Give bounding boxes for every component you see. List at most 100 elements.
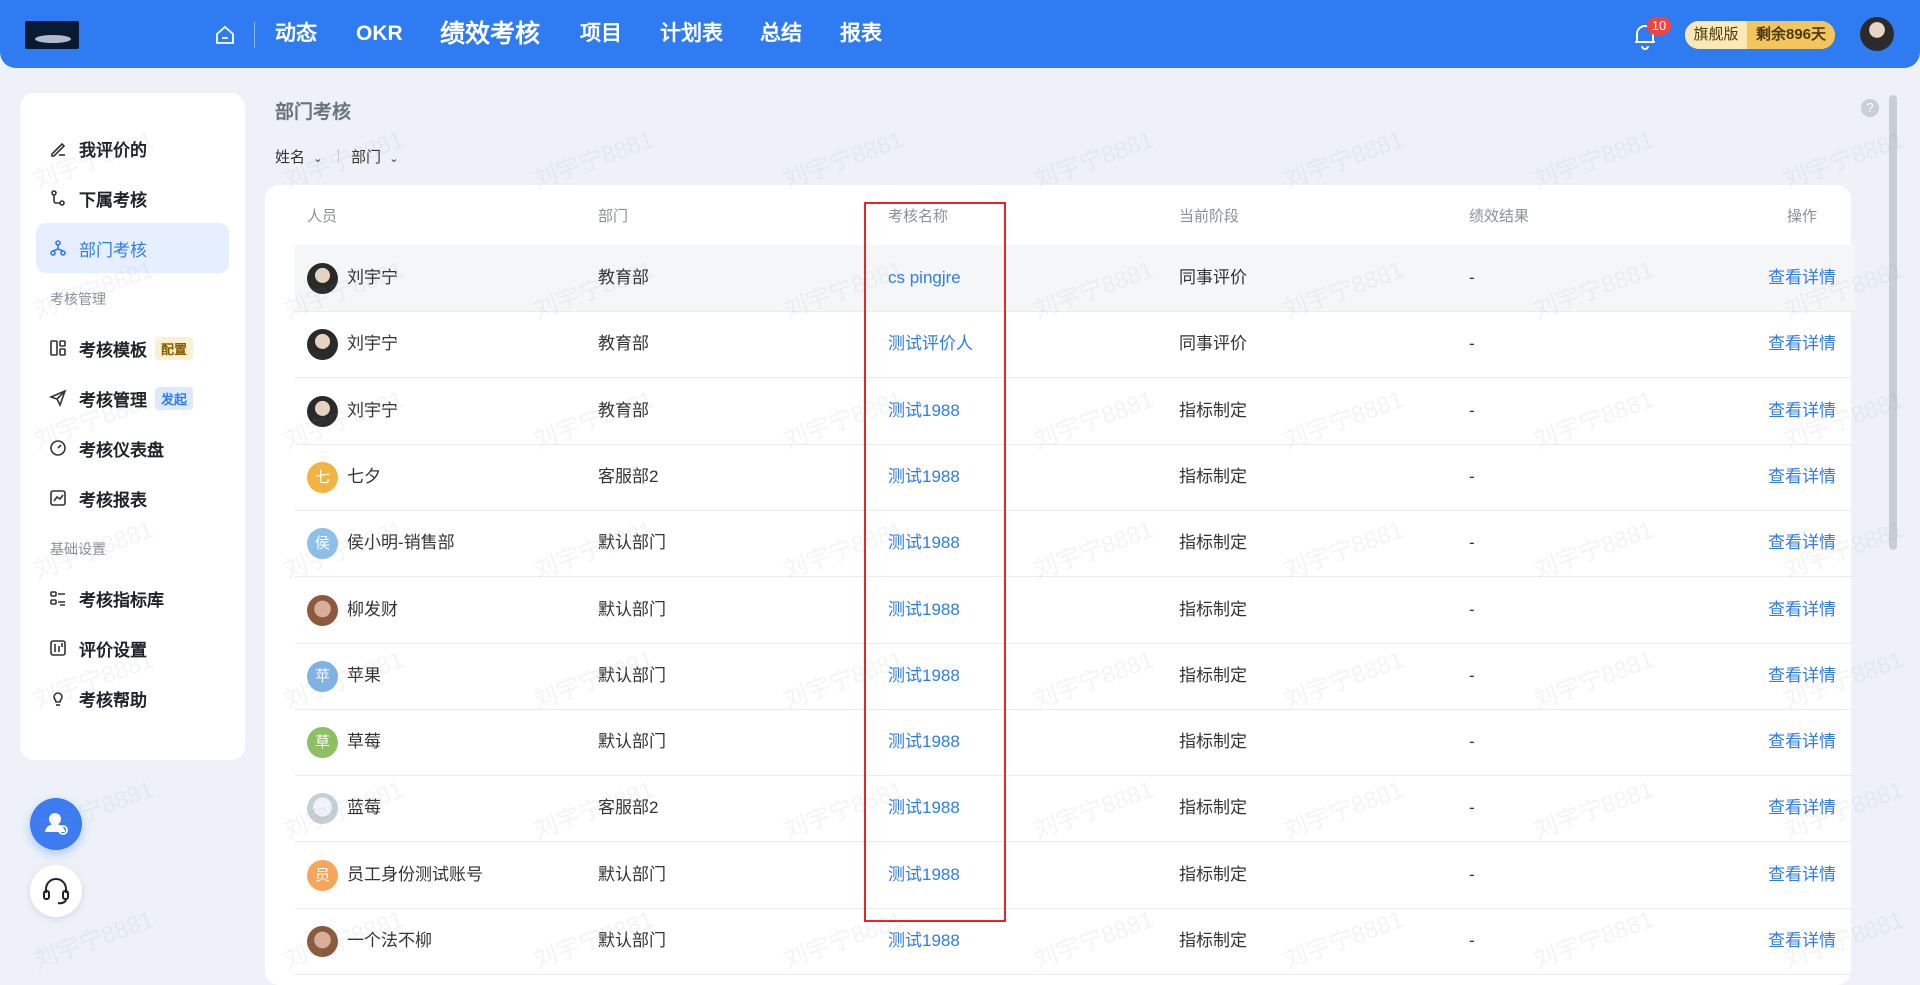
sidebar-item[interactable]: 我评价的: [36, 123, 229, 173]
filter-name-label: 姓名: [275, 149, 306, 166]
sidebar-item[interactable]: 考核帮助: [36, 673, 229, 723]
sidebar-item[interactable]: 考核管理 发起: [36, 373, 229, 423]
sidebar-item[interactable]: 部门考核: [36, 223, 229, 273]
cell-review-name[interactable]: 测试评价人: [888, 311, 973, 377]
view-details-link[interactable]: 查看详情: [1768, 311, 1836, 377]
cell-result: -: [1469, 931, 1475, 950]
nav-item[interactable]: 报表: [840, 0, 882, 68]
table-row: 员员工身份测试账号 默认部门 测试1988 指标制定 - 查看详情: [295, 842, 1855, 909]
view-details-link[interactable]: 查看详情: [1768, 378, 1836, 444]
nav-item[interactable]: 计划表: [660, 0, 723, 68]
avatar: 苹: [307, 660, 338, 692]
cell-result: -: [1469, 732, 1475, 752]
view-details-link[interactable]: 查看详情: [1768, 444, 1836, 510]
cell-result: -: [1469, 599, 1475, 619]
cell-department: 客服部2: [598, 798, 659, 818]
cell-department: 默认部门: [598, 931, 666, 950]
sidebar-item-tag: 配置: [155, 336, 194, 360]
cell-stage: 指标制定: [1179, 665, 1247, 685]
table-row: 苹苹果 默认部门 测试1988 指标制定 - 查看详情: [295, 643, 1855, 710]
filter-divider: [338, 149, 339, 163]
view-details-link[interactable]: 查看详情: [1768, 245, 1836, 311]
plan-badge[interactable]: 旗舰版 剩余896天: [1685, 21, 1835, 49]
sidebar-item[interactable]: 考核报表: [36, 473, 229, 523]
view-details-link[interactable]: 查看详情: [1768, 775, 1836, 841]
cell-person-name: 苹果: [347, 665, 381, 685]
cell-result: -: [1469, 533, 1475, 553]
help-icon[interactable]: ?: [1861, 99, 1879, 117]
filter-dept-label: 部门: [351, 149, 382, 166]
customer-service-button[interactable]: [30, 865, 82, 917]
plan-edition: 旗舰版: [1685, 21, 1747, 49]
company-logo[interactable]: [25, 21, 79, 49]
top-navigation-bar: 动态 OKR 绩效考核 项目 计划表 总结 报表 10 旗舰版 剩余896天: [0, 0, 1920, 68]
sidebar-item[interactable]: 考核模板 配置: [36, 323, 229, 373]
cell-stage: 指标制定: [1179, 864, 1247, 884]
cell-review-name[interactable]: 测试1988: [888, 908, 960, 974]
sidebar-item[interactable]: 考核指标库: [36, 573, 229, 623]
sidebar-item[interactable]: 评价设置: [36, 623, 229, 673]
sidebar-item-label: 下属考核: [79, 190, 147, 210]
cell-department: 教育部: [598, 400, 649, 420]
indicator-library-icon: [49, 589, 67, 607]
cell-review-name[interactable]: 测试1988: [888, 378, 960, 444]
nav-item[interactable]: 总结: [760, 0, 802, 68]
column-header-action: 操作: [1787, 208, 1818, 225]
send-icon: [48, 389, 67, 408]
view-details-link[interactable]: 查看详情: [1768, 842, 1836, 908]
cell-stage: 指标制定: [1179, 466, 1247, 486]
filter-name-dropdown[interactable]: 姓名 ⌄: [275, 146, 322, 167]
cell-review-name[interactable]: 测试1988: [888, 643, 960, 709]
view-details-link[interactable]: 查看详情: [1768, 643, 1836, 709]
cell-person-name: 一个法不柳: [347, 931, 432, 950]
filter-dept-dropdown[interactable]: 部门 ⌄: [351, 146, 398, 167]
cell-review-name[interactable]: 测试1988: [888, 577, 960, 643]
plan-remaining: 剩余896天: [1747, 21, 1835, 49]
avatar: 七: [307, 461, 338, 493]
column-header-department: 部门: [598, 208, 629, 225]
avatar: [307, 329, 338, 361]
template-icon: [49, 339, 67, 357]
column-header-result: 绩效结果: [1469, 208, 1530, 225]
view-details-link[interactable]: 查看详情: [1768, 510, 1836, 576]
sidebar-item-label: 考核管理: [79, 390, 147, 410]
cell-stage: 指标制定: [1179, 798, 1247, 818]
cell-department: 客服部2: [598, 466, 659, 486]
avatar: 草: [307, 727, 338, 759]
nav-item[interactable]: OKR: [356, 0, 403, 68]
nav-divider: [254, 22, 255, 48]
nav-item[interactable]: 项目: [580, 0, 622, 68]
cell-person-name: 蓝莓: [347, 798, 381, 818]
cell-review-name[interactable]: cs pingjre: [888, 245, 961, 311]
cell-department: 默认部门: [598, 732, 666, 752]
subordinate-icon: [49, 189, 67, 207]
cell-stage: 同事评价: [1179, 334, 1247, 354]
home-icon[interactable]: [214, 24, 236, 46]
cell-department: 默认部门: [598, 599, 666, 619]
nav-item[interactable]: 绩效考核: [440, 0, 540, 68]
avatar: 员: [307, 859, 338, 891]
cell-result: -: [1469, 864, 1475, 884]
user-avatar[interactable]: [1860, 17, 1894, 51]
cell-stage: 同事评价: [1179, 268, 1247, 287]
sidebar-item-label: 部门考核: [79, 240, 147, 260]
cell-review-name[interactable]: 测试1988: [888, 775, 960, 841]
avatar: 侯: [307, 528, 338, 560]
cell-review-name[interactable]: 测试1988: [888, 709, 960, 775]
org-tree-icon: [49, 239, 67, 257]
sidebar-item[interactable]: 下属考核: [36, 173, 229, 223]
scrollbar[interactable]: [1889, 95, 1897, 550]
cell-stage: 指标制定: [1179, 400, 1247, 420]
cell-review-name[interactable]: 测试1988: [888, 444, 960, 510]
cell-review-name[interactable]: 测试1988: [888, 842, 960, 908]
view-details-link[interactable]: 查看详情: [1768, 908, 1836, 974]
user-assistant-button[interactable]: [30, 798, 82, 850]
sidebar-item[interactable]: 考核仪表盘: [36, 423, 229, 473]
cell-person-name: 七夕: [347, 466, 381, 486]
cell-stage: 指标制定: [1179, 931, 1247, 950]
view-details-link[interactable]: 查看详情: [1768, 577, 1836, 643]
table-row: 七七夕 客服部2 测试1988 指标制定 - 查看详情: [295, 444, 1855, 511]
nav-item[interactable]: 动态: [275, 0, 317, 68]
cell-review-name[interactable]: 测试1988: [888, 510, 960, 576]
view-details-link[interactable]: 查看详情: [1768, 709, 1836, 775]
